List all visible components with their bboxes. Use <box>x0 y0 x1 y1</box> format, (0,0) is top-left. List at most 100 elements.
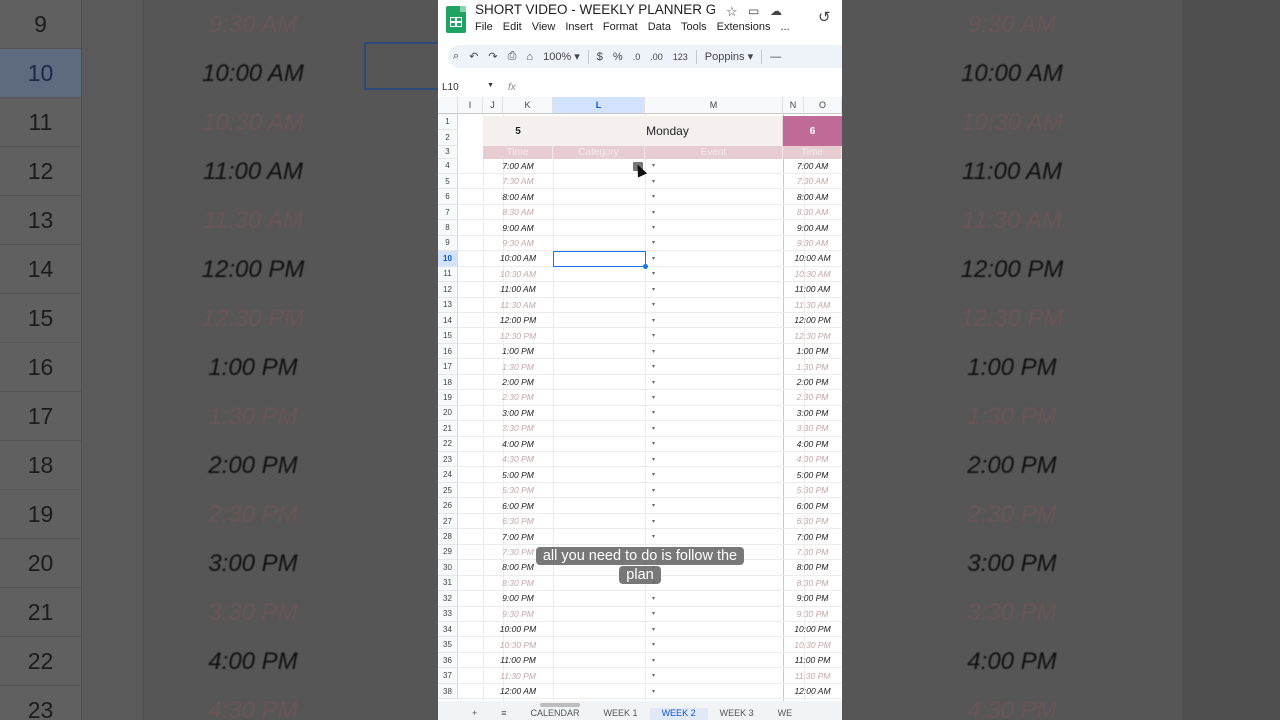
next-day-time-cell[interactable]: 8:00 AM <box>783 189 842 203</box>
chevron-down-icon[interactable]: ▾ <box>652 452 655 466</box>
horizontal-scrollbar[interactable] <box>540 703 580 707</box>
next-time-column-label[interactable]: Time <box>783 146 842 159</box>
sheet-tab[interactable]: WEEK 3 <box>708 708 766 720</box>
menu-item[interactable]: ... <box>780 21 789 33</box>
time-cell[interactable]: 4:00 PM <box>483 437 553 451</box>
event-column-label[interactable]: Event <box>645 146 783 159</box>
time-cell[interactable]: 10:00 PM <box>483 622 553 636</box>
chevron-down-icon[interactable]: ▾ <box>652 375 655 389</box>
paint-format-icon[interactable]: ⌂ <box>526 51 533 63</box>
column-header-i[interactable]: I <box>458 97 483 114</box>
time-cell[interactable]: 1:30 PM <box>483 359 553 373</box>
time-cell[interactable]: 5:00 PM <box>483 468 553 482</box>
row-number-8[interactable]: 8 <box>438 220 458 236</box>
row-number-12[interactable]: 12 <box>438 282 458 298</box>
chevron-down-icon[interactable]: ▾ <box>652 359 655 373</box>
chevron-down-icon[interactable]: ▾ <box>652 313 655 327</box>
undo-icon[interactable]: ↶ <box>469 50 478 63</box>
chevron-down-icon[interactable]: ▾ <box>652 390 655 404</box>
row-number-9[interactable]: 9 <box>438 235 458 252</box>
column-header-k[interactable]: K <box>503 97 553 114</box>
zoom-select[interactable]: 100% ▾ <box>543 50 580 63</box>
spreadsheet-grid[interactable]: I J K L M N O 1 2 3 4 5 6 7 8 9 10 11 12 13 14 15 16 17 18 19 20 21… <box>438 97 842 701</box>
redo-icon[interactable]: ↷ <box>488 50 497 63</box>
chevron-down-icon[interactable]: ▾ <box>652 189 655 203</box>
row-number-38[interactable]: 38 <box>438 683 458 700</box>
next-day-time-cell[interactable]: 4:30 PM <box>783 452 842 466</box>
sheet-tab[interactable]: WEEK 1 <box>592 708 650 720</box>
chevron-down-icon[interactable]: ▾ <box>652 251 655 265</box>
chevron-down-icon[interactable]: ▾ <box>652 468 655 482</box>
next-day-time-cell[interactable]: 9:00 PM <box>783 591 842 605</box>
chevron-down-icon[interactable]: ▾ <box>652 421 655 435</box>
time-cell[interactable]: 10:30 PM <box>483 637 553 651</box>
row-number-30[interactable]: 30 <box>438 560 458 576</box>
row-number-17[interactable]: 17 <box>438 359 458 375</box>
chevron-down-icon[interactable]: ▾ <box>652 236 655 250</box>
version-history-icon[interactable]: ↺ <box>818 8 831 26</box>
row-number-3[interactable]: 3 <box>438 146 458 159</box>
next-day-time-cell[interactable]: 3:30 PM <box>783 421 842 435</box>
star-icon[interactable]: ☆ <box>726 4 738 20</box>
next-day-time-cell[interactable]: 8:30 PM <box>783 576 842 590</box>
chevron-down-icon[interactable]: ▾ <box>652 653 655 667</box>
sheet-tab[interactable]: ≡ <box>489 708 518 720</box>
next-day-time-cell[interactable]: 3:00 PM <box>783 406 842 420</box>
time-cell[interactable]: 11:30 AM <box>483 298 553 312</box>
chevron-down-icon[interactable]: ▾ <box>652 668 655 682</box>
row-number-37[interactable]: 37 <box>438 668 458 684</box>
time-cell[interactable]: 10:00 AM <box>483 251 553 265</box>
next-day-time-cell[interactable]: 11:30 PM <box>783 668 842 682</box>
time-cell[interactable]: 4:30 PM <box>483 452 553 466</box>
time-cell[interactable]: 7:00 AM <box>483 159 553 173</box>
time-cell[interactable]: 9:30 PM <box>483 607 553 621</box>
menu-item[interactable]: Insert <box>565 21 593 33</box>
row-number-23[interactable]: 23 <box>438 452 458 468</box>
next-day-time-cell[interactable]: 11:30 AM <box>783 298 842 312</box>
search-menus-icon[interactable]: ⌕ <box>453 50 459 63</box>
next-day-time-cell[interactable]: 8:30 AM <box>783 205 842 219</box>
fill-handle[interactable] <box>643 263 648 269</box>
time-cell[interactable]: 6:30 PM <box>483 514 553 528</box>
row-number-31[interactable]: 31 <box>438 575 458 592</box>
chevron-down-icon[interactable]: ▾ <box>652 282 655 296</box>
row-number-20[interactable]: 20 <box>438 405 458 422</box>
sheet-tab[interactable]: CALENDAR <box>519 708 592 720</box>
row-number-10[interactable]: 10 <box>438 251 458 267</box>
chevron-down-icon[interactable]: ▾ <box>652 483 655 497</box>
time-cell[interactable]: 6:00 PM <box>483 498 553 512</box>
chevron-down-icon[interactable]: ▾ <box>652 205 655 219</box>
chevron-down-icon[interactable]: ▾ <box>652 514 655 528</box>
row-number-33[interactable]: 33 <box>438 606 458 622</box>
row-number-14[interactable]: 14 <box>438 313 458 329</box>
name-box[interactable]: L10 ▼ <box>438 82 500 93</box>
next-day-time-cell[interactable]: 10:30 AM <box>783 267 842 281</box>
next-day-time-cell[interactable]: 7:00 AM <box>783 159 842 173</box>
move-folder-icon[interactable]: ▭ <box>748 4 759 18</box>
row-number-32[interactable]: 32 <box>438 591 458 607</box>
menu-item[interactable]: Data <box>648 21 671 33</box>
chevron-down-icon[interactable]: ▾ <box>652 406 655 420</box>
next-day-time-cell[interactable]: 9:30 AM <box>783 236 842 250</box>
next-day-time-cell[interactable]: 1:30 PM <box>783 359 842 373</box>
currency-format-button[interactable]: $ <box>597 51 603 63</box>
menu-item[interactable]: Format <box>603 21 638 33</box>
chevron-down-icon[interactable]: ▾ <box>652 174 655 188</box>
time-cell[interactable]: 8:00 AM <box>483 189 553 203</box>
time-cell[interactable]: 11:30 PM <box>483 668 553 682</box>
sheet-tab[interactable]: + <box>438 708 489 720</box>
time-cell[interactable]: 2:00 PM <box>483 375 553 389</box>
next-day-time-cell[interactable]: 6:00 PM <box>783 498 842 512</box>
chevron-down-icon[interactable]: ▾ <box>652 498 655 512</box>
row-number-2[interactable]: 2 <box>438 130 458 146</box>
time-cell[interactable]: 12:30 PM <box>483 328 553 342</box>
row-number-4[interactable]: 4 <box>438 158 458 174</box>
chevron-down-icon[interactable]: ▾ <box>652 622 655 636</box>
chevron-down-icon[interactable]: ▾ <box>652 607 655 621</box>
row-number-24[interactable]: 24 <box>438 467 458 483</box>
time-cell[interactable]: 12:00 PM <box>483 313 553 327</box>
row-number-35[interactable]: 35 <box>438 637 458 653</box>
next-day-time-cell[interactable]: 11:00 PM <box>783 653 842 667</box>
menu-item[interactable]: Edit <box>503 21 522 33</box>
next-day-time-cell[interactable]: 12:00 AM <box>783 684 842 698</box>
